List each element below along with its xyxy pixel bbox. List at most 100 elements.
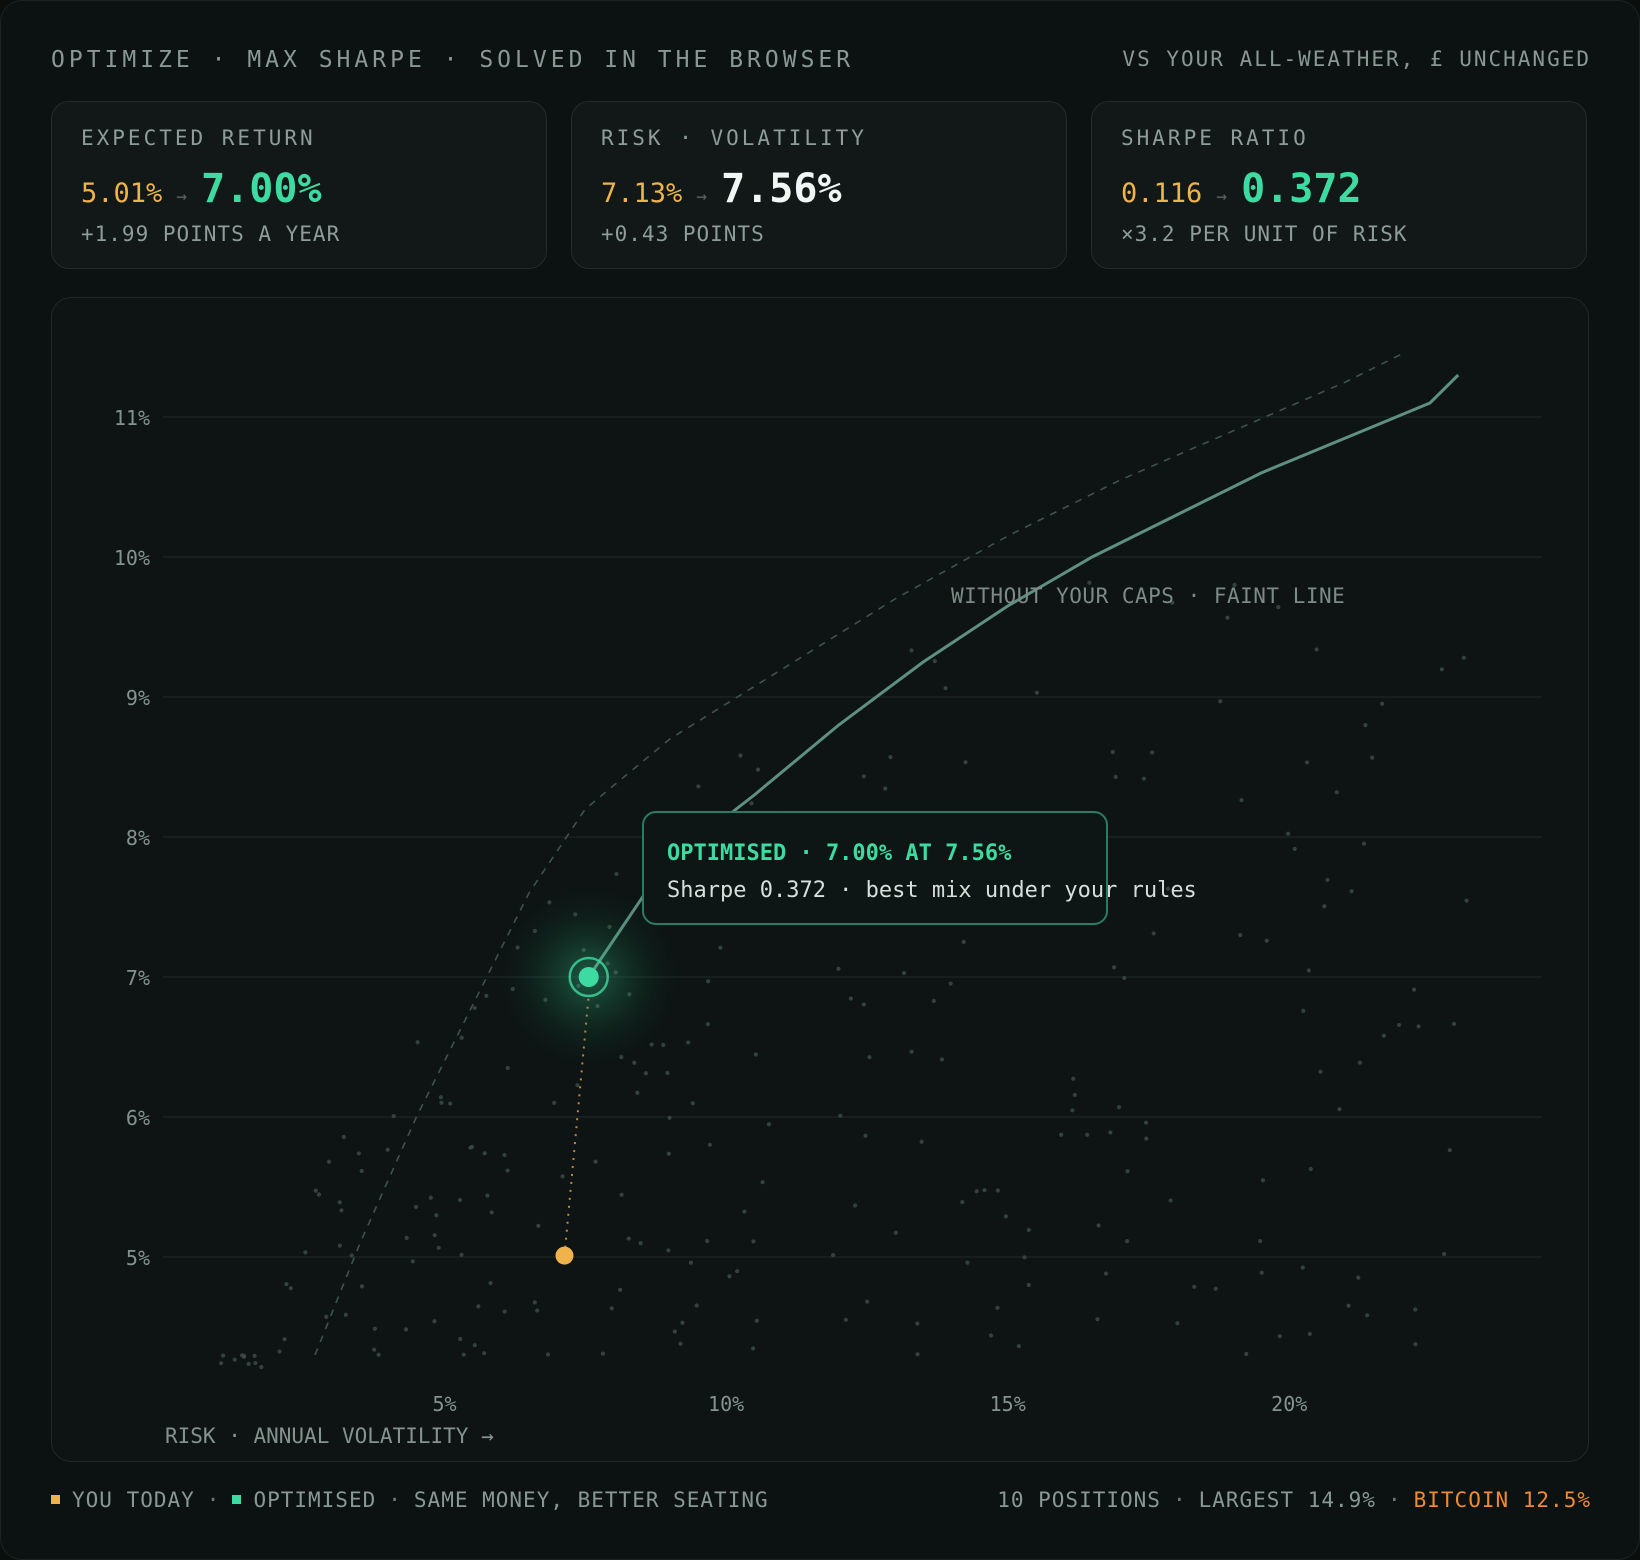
- portfolio-dot: [1260, 1178, 1266, 1183]
- x-tick-label: 10%: [708, 1392, 744, 1416]
- portfolio-dot: [535, 1308, 540, 1313]
- portfolio-dot: [488, 1280, 493, 1286]
- portfolio-dot: [376, 1352, 381, 1357]
- portfolio-dot: [484, 993, 489, 998]
- portfolio-dot: [1318, 1069, 1323, 1074]
- portfolio-dot: [1022, 1255, 1027, 1260]
- legend-tagline: SAME MONEY, BETTER SEATING: [413, 1488, 769, 1512]
- portfolio-dot: [939, 1057, 945, 1062]
- portfolio-dot: [1258, 1238, 1263, 1244]
- portfolio-dot: [1218, 699, 1223, 704]
- portfolio-dot: [1116, 1105, 1122, 1110]
- portfolio-dot: [220, 1353, 226, 1358]
- portfolio-dot: [502, 1309, 507, 1314]
- card-label: EXPECTED RETURN: [81, 126, 316, 150]
- portfolio-dot: [404, 1235, 409, 1240]
- portfolio-dot: [915, 1321, 920, 1326]
- portfolio-dot: [766, 1122, 772, 1127]
- tooltip-body: Sharpe 0.372 · best mix under your rules: [667, 878, 1197, 903]
- portfolio-dot: [372, 1347, 377, 1352]
- sharpe-ratio-card: SHARPE RATIO 0.116 → 0.372 ×3.2 PER UNIT O…: [1091, 101, 1587, 269]
- portfolio-dot: [831, 1253, 836, 1258]
- portfolio-dot: [505, 1168, 510, 1173]
- portfolio-dot: [836, 966, 841, 971]
- portfolio-dot: [848, 996, 853, 1001]
- new-value: 7.56%: [721, 166, 842, 212]
- portfolio-dot: [472, 1005, 477, 1011]
- new-value: 0.372: [1241, 166, 1362, 212]
- portfolio-dot: [1413, 1342, 1418, 1347]
- legend-you-today: YOU TODAY: [72, 1488, 195, 1512]
- tooltip-title: OPTIMISED · 7.00% AT 7.56%: [667, 841, 1012, 866]
- portfolio-dot: [1304, 760, 1310, 765]
- portfolio-dot: [666, 1248, 671, 1253]
- portfolio-dot: [1192, 1284, 1197, 1289]
- portfolio-dot: [428, 1195, 433, 1200]
- portfolio-dot: [1308, 1166, 1313, 1172]
- portfolio-dot: [1125, 1239, 1130, 1244]
- efficient-frontier-chart: 5% 6% 7% 8% 9% 10% 11% 5% 10% 15% 20% RISK · ANNUAL…: [51, 297, 1589, 1555]
- portfolio-dot: [1306, 968, 1311, 973]
- portfolio-dot: [749, 801, 754, 806]
- portfolio-dot: [995, 1188, 1000, 1193]
- optimised-swatch: [232, 1494, 242, 1504]
- portfolio-dot: [472, 1343, 477, 1348]
- y-tick-label: 5%: [126, 1246, 150, 1270]
- y-tick-label: 9%: [126, 686, 150, 710]
- card-delta: +0.43 POINTS: [601, 222, 765, 246]
- largest-position: LARGEST 14.9%: [1198, 1488, 1376, 1512]
- portfolio-dot: [1381, 1033, 1387, 1038]
- portfolio-dot: [626, 1236, 631, 1241]
- portfolio-dot: [288, 1286, 293, 1291]
- portfolio-dot: [888, 754, 893, 760]
- portfolio-dot: [678, 1341, 683, 1346]
- portfolio-dot: [753, 1052, 758, 1057]
- portfolio-dot: [459, 1035, 464, 1040]
- portfolio-dot: [751, 1239, 756, 1244]
- old-value: 5.01%: [81, 178, 163, 209]
- portfolio-dot: [316, 1192, 322, 1197]
- x-tick-label: 15%: [990, 1392, 1026, 1416]
- portfolio-dot: [1264, 938, 1269, 943]
- portfolio-dot: [1447, 1148, 1452, 1153]
- portfolio-dot: [1370, 755, 1375, 760]
- y-tick-label: 8%: [126, 826, 150, 850]
- portfolio-dot: [532, 1300, 537, 1305]
- y-tick-label: 6%: [126, 1106, 150, 1130]
- portfolio-dot: [1451, 1021, 1457, 1026]
- portfolio-dot: [458, 1336, 463, 1342]
- portfolio-dot: [1026, 1282, 1031, 1288]
- portfolio-dot: [982, 1188, 987, 1193]
- portfolio-dot: [1110, 749, 1115, 755]
- portfolio-dot: [1175, 1321, 1180, 1326]
- portfolio-dot: [1325, 877, 1330, 883]
- chart-svg: 5% 6% 7% 8% 9% 10% 11% 5% 10% 15% 20% RISK · ANNUAL…: [114, 353, 1542, 1555]
- arrow-icon: →: [696, 186, 708, 207]
- portfolio-dot: [1016, 1344, 1021, 1349]
- portfolio-dot: [1334, 790, 1339, 795]
- portfolio-dot: [403, 1327, 409, 1332]
- portfolio-dot: [552, 1100, 557, 1105]
- portfolio-dot: [432, 1319, 437, 1324]
- portfolio-dot: [843, 1317, 848, 1322]
- portfolio-dot: [434, 1213, 439, 1218]
- portfolio-dot: [995, 1305, 1000, 1310]
- legend: YOU TODAY · OPTIMISED · SAME MONEY, BETTER S…: [51, 1488, 769, 1512]
- portfolio-dot: [413, 1204, 419, 1210]
- y-tick-label: 7%: [126, 966, 150, 990]
- comparison-note: VS YOUR ALL-WEATHER, £ UNCHANGED: [1122, 47, 1591, 71]
- portfolio-dot: [1125, 1169, 1130, 1174]
- portfolio-dot: [760, 1180, 765, 1185]
- portfolio-dot: [436, 1245, 441, 1250]
- portfolio-dot: [438, 1095, 444, 1100]
- portfolio-dot: [600, 1351, 606, 1356]
- card-label: SHARPE RATIO: [1121, 126, 1309, 150]
- portfolio-dot: [1143, 1120, 1149, 1125]
- portfolio-dot: [439, 1100, 444, 1105]
- portfolio-dot: [476, 1304, 481, 1309]
- portfolio-dot: [974, 1189, 979, 1194]
- portfolio-dot: [707, 1142, 713, 1147]
- portfolio-dot: [1461, 655, 1466, 660]
- portfolio-dot: [727, 1274, 732, 1279]
- portfolio-dot: [919, 1139, 924, 1144]
